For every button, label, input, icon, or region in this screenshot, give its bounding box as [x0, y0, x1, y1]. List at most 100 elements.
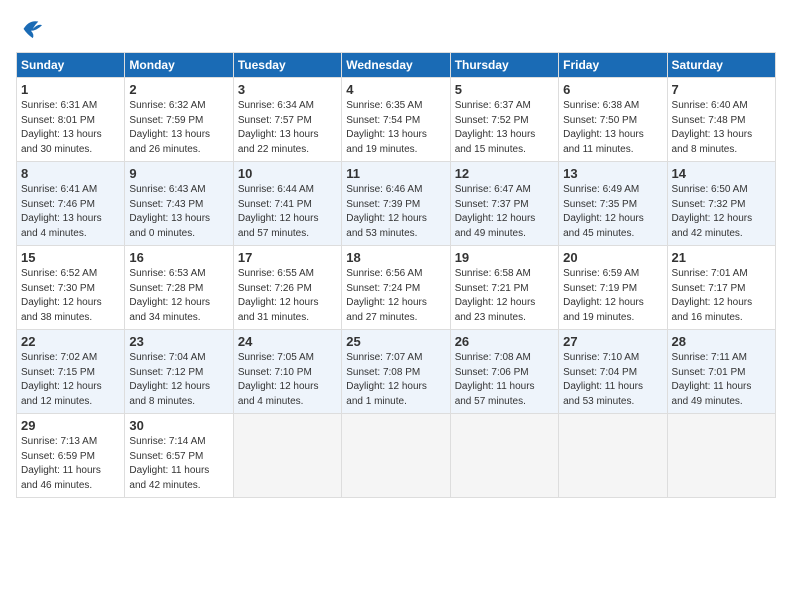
day-number: 3 [238, 82, 337, 97]
day-info: Sunrise: 6:31 AM Sunset: 8:01 PM Dayligh… [21, 99, 120, 157]
col-header-sunday: Sunday [17, 53, 125, 78]
day-info: Sunrise: 6:35 AM Sunset: 7:54 PM Dayligh… [346, 99, 445, 157]
calendar-cell [450, 414, 558, 498]
calendar-cell: 21 Sunrise: 7:01 AM Sunset: 7:17 PM Dayli… [667, 246, 775, 330]
calendar-cell: 26 Sunrise: 7:08 AM Sunset: 7:06 PM Dayli… [450, 330, 558, 414]
col-header-thursday: Thursday [450, 53, 558, 78]
calendar-cell: 11 Sunrise: 6:46 AM Sunset: 7:39 PM Dayli… [342, 162, 450, 246]
day-number: 18 [346, 250, 445, 265]
day-info: Sunrise: 7:04 AM Sunset: 7:12 PM Dayligh… [129, 351, 228, 409]
day-number: 4 [346, 82, 445, 97]
day-number: 10 [238, 166, 337, 181]
calendar-cell: 12 Sunrise: 6:47 AM Sunset: 7:37 PM Dayli… [450, 162, 558, 246]
calendar-cell: 10 Sunrise: 6:44 AM Sunset: 7:41 PM Dayli… [233, 162, 341, 246]
day-number: 22 [21, 334, 120, 349]
calendar-cell [342, 414, 450, 498]
calendar-cell: 6 Sunrise: 6:38 AM Sunset: 7:50 PM Daylig… [559, 78, 667, 162]
day-info: Sunrise: 6:59 AM Sunset: 7:19 PM Dayligh… [563, 267, 662, 325]
calendar-cell: 28 Sunrise: 7:11 AM Sunset: 7:01 PM Dayli… [667, 330, 775, 414]
day-info: Sunrise: 6:58 AM Sunset: 7:21 PM Dayligh… [455, 267, 554, 325]
col-header-tuesday: Tuesday [233, 53, 341, 78]
logo-icon [16, 16, 44, 40]
day-info: Sunrise: 7:05 AM Sunset: 7:10 PM Dayligh… [238, 351, 337, 409]
calendar-cell: 8 Sunrise: 6:41 AM Sunset: 7:46 PM Daylig… [17, 162, 125, 246]
day-info: Sunrise: 6:53 AM Sunset: 7:28 PM Dayligh… [129, 267, 228, 325]
day-number: 29 [21, 418, 120, 433]
day-info: Sunrise: 6:38 AM Sunset: 7:50 PM Dayligh… [563, 99, 662, 157]
day-number: 1 [21, 82, 120, 97]
calendar-cell: 9 Sunrise: 6:43 AM Sunset: 7:43 PM Daylig… [125, 162, 233, 246]
calendar-cell [667, 414, 775, 498]
calendar-cell: 23Sunrise: 7:04 AM Sunset: 7:12 PM Dayli… [125, 330, 233, 414]
calendar-table: SundayMondayTuesdayWednesdayThursdayFrid… [16, 52, 776, 498]
day-number: 7 [672, 82, 771, 97]
day-info: Sunrise: 6:44 AM Sunset: 7:41 PM Dayligh… [238, 183, 337, 241]
calendar-cell: 7 Sunrise: 6:40 AM Sunset: 7:48 PM Daylig… [667, 78, 775, 162]
calendar-cell: 5Sunrise: 6:37 AM Sunset: 7:52 PM Daylig… [450, 78, 558, 162]
day-number: 21 [672, 250, 771, 265]
day-info: Sunrise: 6:55 AM Sunset: 7:26 PM Dayligh… [238, 267, 337, 325]
day-info: Sunrise: 6:56 AM Sunset: 7:24 PM Dayligh… [346, 267, 445, 325]
day-info: Sunrise: 7:02 AM Sunset: 7:15 PM Dayligh… [21, 351, 120, 409]
day-number: 26 [455, 334, 554, 349]
day-info: Sunrise: 6:32 AM Sunset: 7:59 PM Dayligh… [129, 99, 228, 157]
day-number: 9 [129, 166, 228, 181]
calendar-cell: 20 Sunrise: 6:59 AM Sunset: 7:19 PM Dayli… [559, 246, 667, 330]
day-info: Sunrise: 6:40 AM Sunset: 7:48 PM Dayligh… [672, 99, 771, 157]
day-number: 11 [346, 166, 445, 181]
calendar-week-row: 15Sunrise: 6:52 AM Sunset: 7:30 PM Dayli… [17, 246, 776, 330]
day-number: 14 [672, 166, 771, 181]
day-number: 8 [21, 166, 120, 181]
day-number: 16 [129, 250, 228, 265]
calendar-cell [233, 414, 341, 498]
day-info: Sunrise: 6:41 AM Sunset: 7:46 PM Dayligh… [21, 183, 120, 241]
day-info: Sunrise: 7:13 AM Sunset: 6:59 PM Dayligh… [21, 435, 120, 493]
day-number: 19 [455, 250, 554, 265]
day-info: Sunrise: 6:47 AM Sunset: 7:37 PM Dayligh… [455, 183, 554, 241]
col-header-saturday: Saturday [667, 53, 775, 78]
calendar-cell: 25 Sunrise: 7:07 AM Sunset: 7:08 PM Dayli… [342, 330, 450, 414]
page-header [16, 16, 776, 40]
calendar-cell: 3Sunrise: 6:34 AM Sunset: 7:57 PM Daylig… [233, 78, 341, 162]
calendar-cell: 18 Sunrise: 6:56 AM Sunset: 7:24 PM Dayli… [342, 246, 450, 330]
calendar-cell: 16 Sunrise: 6:53 AM Sunset: 7:28 PM Dayli… [125, 246, 233, 330]
calendar-cell: 2 Sunrise: 6:32 AM Sunset: 7:59 PM Daylig… [125, 78, 233, 162]
calendar-cell: 30Sunrise: 7:14 AM Sunset: 6:57 PM Dayli… [125, 414, 233, 498]
day-info: Sunrise: 7:01 AM Sunset: 7:17 PM Dayligh… [672, 267, 771, 325]
day-info: Sunrise: 7:08 AM Sunset: 7:06 PM Dayligh… [455, 351, 554, 409]
day-number: 25 [346, 334, 445, 349]
calendar-cell [559, 414, 667, 498]
col-header-friday: Friday [559, 53, 667, 78]
col-header-monday: Monday [125, 53, 233, 78]
calendar-week-row: 29 Sunrise: 7:13 AM Sunset: 6:59 PM Dayli… [17, 414, 776, 498]
calendar-cell: 17 Sunrise: 6:55 AM Sunset: 7:26 PM Dayli… [233, 246, 341, 330]
day-number: 28 [672, 334, 771, 349]
day-info: Sunrise: 6:37 AM Sunset: 7:52 PM Dayligh… [455, 99, 554, 157]
day-info: Sunrise: 6:43 AM Sunset: 7:43 PM Dayligh… [129, 183, 228, 241]
day-info: Sunrise: 6:46 AM Sunset: 7:39 PM Dayligh… [346, 183, 445, 241]
day-info: Sunrise: 6:50 AM Sunset: 7:32 PM Dayligh… [672, 183, 771, 241]
calendar-cell: 27Sunrise: 7:10 AM Sunset: 7:04 PM Dayli… [559, 330, 667, 414]
day-number: 12 [455, 166, 554, 181]
calendar-header-row: SundayMondayTuesdayWednesdayThursdayFrid… [17, 53, 776, 78]
calendar-cell: 22 Sunrise: 7:02 AM Sunset: 7:15 PM Dayli… [17, 330, 125, 414]
calendar-cell: 4 Sunrise: 6:35 AM Sunset: 7:54 PM Daylig… [342, 78, 450, 162]
day-info: Sunrise: 7:11 AM Sunset: 7:01 PM Dayligh… [672, 351, 771, 409]
calendar-cell: 1 Sunrise: 6:31 AM Sunset: 8:01 PM Daylig… [17, 78, 125, 162]
calendar-cell: 14 Sunrise: 6:50 AM Sunset: 7:32 PM Dayli… [667, 162, 775, 246]
day-number: 6 [563, 82, 662, 97]
day-number: 20 [563, 250, 662, 265]
day-number: 2 [129, 82, 228, 97]
day-number: 13 [563, 166, 662, 181]
day-info: Sunrise: 7:07 AM Sunset: 7:08 PM Dayligh… [346, 351, 445, 409]
calendar-cell: 29 Sunrise: 7:13 AM Sunset: 6:59 PM Dayli… [17, 414, 125, 498]
calendar-cell: 19 Sunrise: 6:58 AM Sunset: 7:21 PM Dayli… [450, 246, 558, 330]
day-number: 17 [238, 250, 337, 265]
calendar-week-row: 22 Sunrise: 7:02 AM Sunset: 7:15 PM Dayli… [17, 330, 776, 414]
calendar-week-row: 8 Sunrise: 6:41 AM Sunset: 7:46 PM Daylig… [17, 162, 776, 246]
day-info: Sunrise: 7:14 AM Sunset: 6:57 PM Dayligh… [129, 435, 228, 493]
day-number: 15 [21, 250, 120, 265]
calendar-week-row: 1 Sunrise: 6:31 AM Sunset: 8:01 PM Daylig… [17, 78, 776, 162]
col-header-wednesday: Wednesday [342, 53, 450, 78]
calendar-cell: 24Sunrise: 7:05 AM Sunset: 7:10 PM Dayli… [233, 330, 341, 414]
